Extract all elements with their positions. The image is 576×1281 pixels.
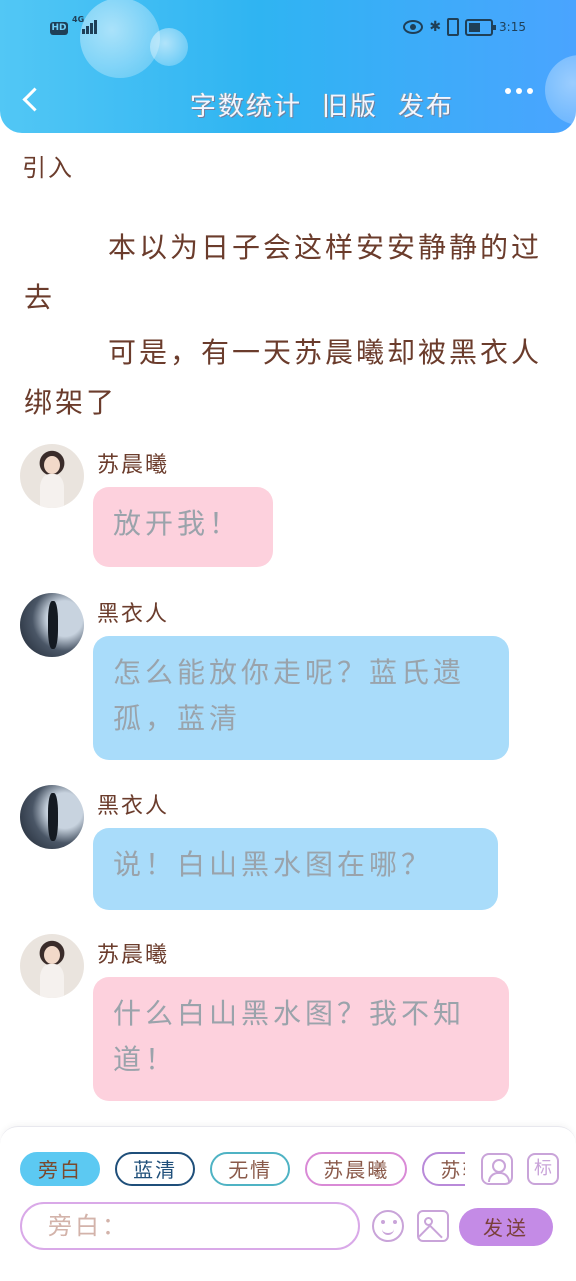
send-button[interactable]: 发送 — [459, 1208, 553, 1246]
status-bar: HD 4G ✱ 3:15 — [0, 14, 576, 44]
message-bubble[interactable]: 放开我！ — [93, 487, 273, 567]
top-app-bar: HD 4G ✱ 3:15 字数统计 旧版 发布 — [0, 0, 576, 133]
section-label: 引入 — [22, 154, 74, 182]
signal-icon — [82, 20, 98, 34]
publish-button[interactable]: 发布 — [398, 86, 454, 123]
narration-text[interactable]: 可是，有一天苏晨曦却被黑衣人绑架了 — [24, 328, 554, 428]
back-icon[interactable] — [20, 86, 42, 112]
avatar[interactable] — [20, 444, 84, 508]
avatar[interactable] — [20, 593, 84, 657]
avatar[interactable] — [20, 785, 84, 849]
role-chip-suchenxi[interactable]: 苏晨曦 — [305, 1152, 408, 1186]
battery-icon — [465, 18, 497, 36]
speaker-name: 黑衣人 — [97, 794, 170, 819]
message-input[interactable] — [20, 1202, 360, 1250]
message-bubble[interactable]: 什么白山黑水图？我不知道！ — [93, 977, 509, 1101]
role-selector: 旁白 蓝清 无情 苏晨曦 苏轩 — [20, 1152, 465, 1190]
composer-toolbar: 旁白 蓝清 无情 苏晨曦 苏轩 标 发送 — [0, 1126, 576, 1281]
role-chip-wuqing[interactable]: 无情 — [210, 1152, 291, 1186]
eye-icon — [403, 20, 424, 34]
status-time: 3:15 — [499, 20, 526, 34]
character-manage-icon[interactable] — [481, 1153, 513, 1185]
message-bubble[interactable]: 怎么能放你走呢？蓝氏遗孤，蓝清 — [93, 636, 509, 760]
message-bubble[interactable]: 说！白山黑水图在哪？ — [93, 828, 498, 910]
more-options-icon[interactable] — [505, 88, 539, 102]
role-chip-narrator[interactable]: 旁白 — [20, 1152, 100, 1186]
speaker-name: 黑衣人 — [97, 602, 170, 627]
speaker-name: 苏晨曦 — [97, 943, 170, 968]
decor-bubble — [545, 55, 576, 125]
avatar[interactable] — [20, 934, 84, 998]
emoji-icon[interactable] — [372, 1210, 404, 1242]
vibrate-icon — [447, 18, 460, 36]
old-version-button[interactable]: 旧版 — [322, 86, 378, 123]
bluetooth-icon: ✱ — [429, 19, 442, 35]
role-chip-lanqing[interactable]: 蓝清 — [115, 1152, 196, 1186]
word-count-button[interactable]: 字数统计 — [190, 86, 302, 123]
mark-button[interactable]: 标 — [527, 1153, 559, 1185]
speaker-name: 苏晨曦 — [97, 453, 170, 478]
header-actions: 字数统计 旧版 发布 — [190, 86, 454, 123]
image-icon[interactable] — [417, 1210, 449, 1242]
narration-text[interactable]: 本以为日子会这样安安静静的过去 — [24, 223, 554, 323]
hd-badge: HD — [50, 22, 68, 35]
role-chip-suxuan[interactable]: 苏轩 — [422, 1152, 465, 1186]
